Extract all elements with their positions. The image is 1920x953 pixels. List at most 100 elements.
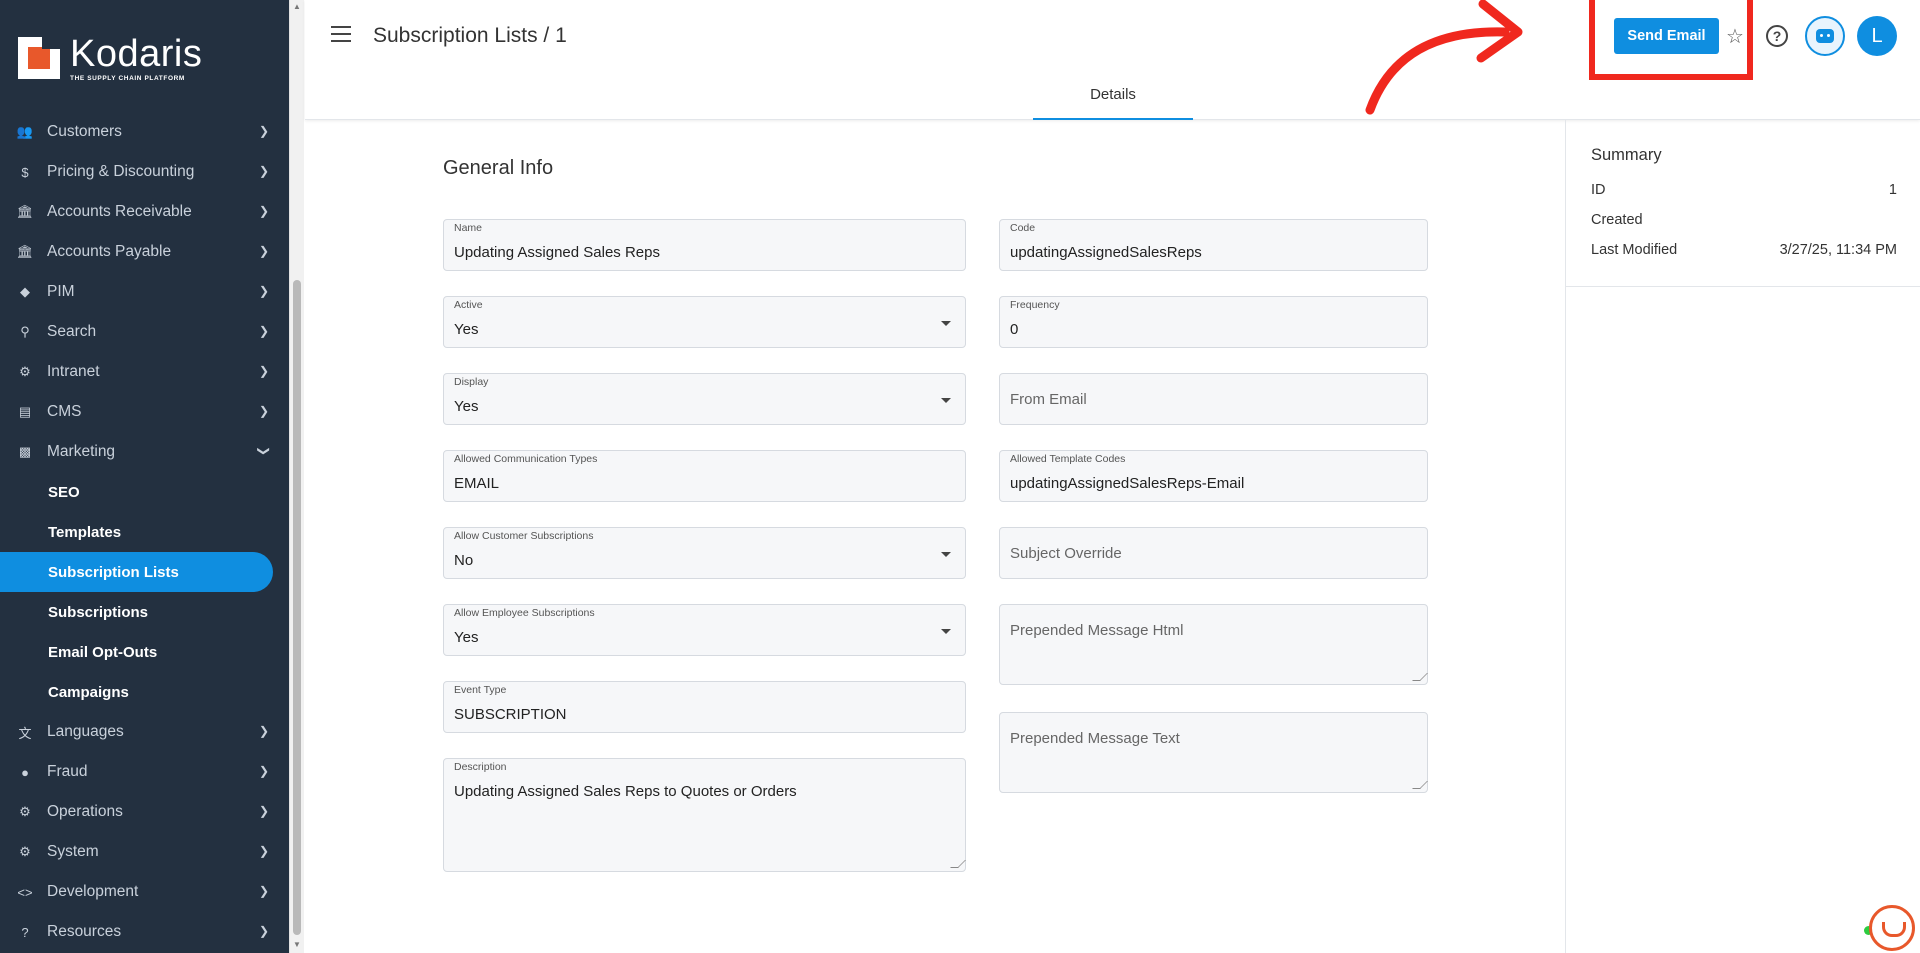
- search-icon: ⚲: [20, 324, 30, 339]
- operations-icon: ⚙: [19, 804, 31, 819]
- sidebar-scrollbar[interactable]: ▲ ▼: [289, 0, 304, 953]
- allowed-communication-types-field[interactable]: Allowed Communication Types EMAIL: [443, 450, 966, 502]
- description-textarea[interactable]: Description Updating Assigned Sales Reps…: [443, 758, 966, 872]
- sidebar-item-templates[interactable]: Templates: [0, 512, 289, 552]
- sidebar-item-accounts-receivable[interactable]: 🏛 Accounts Receivable ❯: [0, 192, 289, 232]
- sidebar-item-subscription-lists[interactable]: Subscription Lists: [0, 552, 273, 592]
- divider: [1566, 286, 1920, 287]
- prepended-message-html-textarea[interactable]: Prepended Message Html: [999, 604, 1428, 685]
- chevron-right-icon: ❯: [258, 244, 269, 258]
- event-type-field[interactable]: Event Type SUBSCRIPTION: [443, 681, 966, 733]
- sidebar-item-label: Customers: [47, 123, 122, 140]
- robot-icon[interactable]: [1805, 16, 1845, 56]
- field-value: 0: [1010, 321, 1019, 338]
- code-icon: <>: [17, 884, 33, 900]
- sidebar-item-label: CMS: [47, 403, 82, 420]
- from-email-field[interactable]: From Email: [999, 373, 1428, 425]
- subject-override-field[interactable]: Subject Override: [999, 527, 1428, 579]
- scroll-down-icon[interactable]: ▼: [293, 940, 301, 949]
- section-title: General Info: [443, 157, 554, 179]
- resize-handle-icon[interactable]: [1412, 673, 1428, 681]
- field-label: Allowed Template Codes: [1010, 453, 1126, 465]
- field-placeholder: Subject Override: [1010, 545, 1122, 562]
- code-field[interactable]: Code updatingAssignedSalesReps: [999, 219, 1428, 271]
- active-select[interactable]: Active Yes: [443, 296, 966, 348]
- sidebar: Kodaris THE SUPPLY CHAIN PLATFORM 👥 Cust…: [0, 0, 289, 953]
- sidebar-item-accounts-payable[interactable]: 🏛 Accounts Payable ❯: [0, 232, 289, 272]
- field-value: Yes: [454, 629, 479, 646]
- chevron-down-icon: ❯: [256, 445, 271, 457]
- field-label: Name: [454, 222, 483, 234]
- header: Subscription Lists / 1 Send Email ☆ ? L …: [305, 0, 1920, 120]
- field-label: Event Type: [454, 684, 507, 696]
- sidebar-item-pim[interactable]: ◆ PIM ❯: [0, 272, 289, 312]
- sidebar-item-cms[interactable]: ▤ CMS ❯: [0, 392, 289, 432]
- alert-icon: ●: [21, 764, 29, 780]
- sidebar-item-languages[interactable]: 文 Languages ❯: [0, 712, 289, 752]
- summary-title: Summary: [1591, 146, 1662, 164]
- marketing-icon: ▩: [18, 444, 32, 459]
- sidebar-item-operations[interactable]: ⚙ Operations ❯: [0, 792, 289, 832]
- tab-details[interactable]: Details: [1033, 82, 1193, 120]
- sidebar-item-label: Resources: [47, 923, 122, 940]
- summary-label: ID: [1591, 182, 1606, 198]
- sidebar-item-pricing[interactable]: $ Pricing & Discounting ❯: [0, 152, 289, 192]
- prepended-message-text-textarea[interactable]: Prepended Message Text: [999, 712, 1428, 793]
- kodaris-logo[interactable]: Kodaris THE SUPPLY CHAIN PLATFORM: [18, 35, 202, 82]
- sidebar-item-label: System: [47, 843, 99, 860]
- chevron-right-icon: ❯: [258, 804, 269, 818]
- field-label: Allowed Communication Types: [454, 453, 598, 465]
- sidebar-item-email-opt-outs[interactable]: Email Opt-Outs: [0, 632, 289, 672]
- dropdown-arrow-icon: [941, 321, 951, 326]
- field-placeholder: Prepended Message Text: [1010, 730, 1180, 747]
- summary-value: 3/27/25, 11:34 PM: [1779, 242, 1897, 258]
- sidebar-item-system[interactable]: ⚙ System ❯: [0, 832, 289, 872]
- allow-employee-subscriptions-select[interactable]: Allow Employee Subscriptions Yes: [443, 604, 966, 656]
- avatar[interactable]: L: [1857, 16, 1897, 56]
- field-value: Yes: [454, 321, 479, 338]
- sidebar-item-search[interactable]: ⚲ Search ❯: [0, 312, 289, 352]
- menu-icon[interactable]: [331, 26, 351, 42]
- sidebar-item-intranet[interactable]: ⚙ Intranet ❯: [0, 352, 289, 392]
- dropdown-arrow-icon: [941, 629, 951, 634]
- display-select[interactable]: Display Yes: [443, 373, 966, 425]
- allow-customer-subscriptions-select[interactable]: Allow Customer Subscriptions No: [443, 527, 966, 579]
- scroll-up-icon[interactable]: ▲: [293, 2, 301, 11]
- resize-handle-icon[interactable]: [1412, 781, 1428, 789]
- sidebar-item-fraud[interactable]: ● Fraud ❯: [0, 752, 289, 792]
- field-label: Code: [1010, 222, 1036, 234]
- sidebar-nav: 👥 Customers ❯ $ Pricing & Discounting ❯ …: [0, 112, 289, 952]
- summary-label: Created: [1591, 212, 1643, 228]
- tag-icon: ◆: [20, 284, 30, 299]
- resize-handle-icon[interactable]: [950, 860, 966, 868]
- field-label: Allow Employee Subscriptions: [454, 607, 595, 619]
- allowed-template-codes-field[interactable]: Allowed Template Codes updatingAssignedS…: [999, 450, 1428, 502]
- chat-widget-icon[interactable]: [1869, 905, 1915, 951]
- sidebar-item-seo[interactable]: SEO: [0, 472, 289, 512]
- sidebar-item-resources[interactable]: ? Resources ❯: [0, 912, 289, 952]
- field-value: No: [454, 552, 474, 569]
- chevron-right-icon: ❯: [258, 884, 269, 898]
- sidebar-item-label: Fraud: [47, 763, 88, 780]
- annotation-arrow-icon: [1365, 0, 1523, 115]
- frequency-field[interactable]: Frequency 0: [999, 296, 1428, 348]
- sidebar-item-campaigns[interactable]: Campaigns: [0, 672, 289, 712]
- summary-row-id: ID 1: [1591, 182, 1897, 198]
- chevron-right-icon: ❯: [258, 364, 269, 378]
- summary-panel: Summary ID 1 Created Last Modified 3/27/…: [1565, 120, 1920, 953]
- sidebar-item-marketing[interactable]: ▩ Marketing ❯: [0, 432, 289, 472]
- scrollbar-thumb[interactable]: [293, 280, 301, 935]
- help-icon: ?: [21, 924, 29, 940]
- sidebar-item-label: PIM: [47, 283, 75, 300]
- sidebar-item-development[interactable]: <> Development ❯: [0, 872, 289, 912]
- sidebar-item-customers[interactable]: 👥 Customers ❯: [0, 112, 289, 152]
- bank-icon: 🏛: [16, 244, 34, 259]
- dollar-icon: $: [21, 164, 29, 180]
- sidebar-item-subscriptions[interactable]: Subscriptions: [0, 592, 289, 632]
- help-icon[interactable]: ?: [1766, 25, 1788, 47]
- summary-row-last-modified: Last Modified 3/27/25, 11:34 PM: [1591, 242, 1897, 258]
- cms-icon: ▤: [18, 404, 32, 419]
- star-icon[interactable]: ☆: [1726, 24, 1744, 49]
- name-field[interactable]: Name Updating Assigned Sales Reps: [443, 219, 966, 271]
- gear-icon: ⚙: [19, 844, 31, 859]
